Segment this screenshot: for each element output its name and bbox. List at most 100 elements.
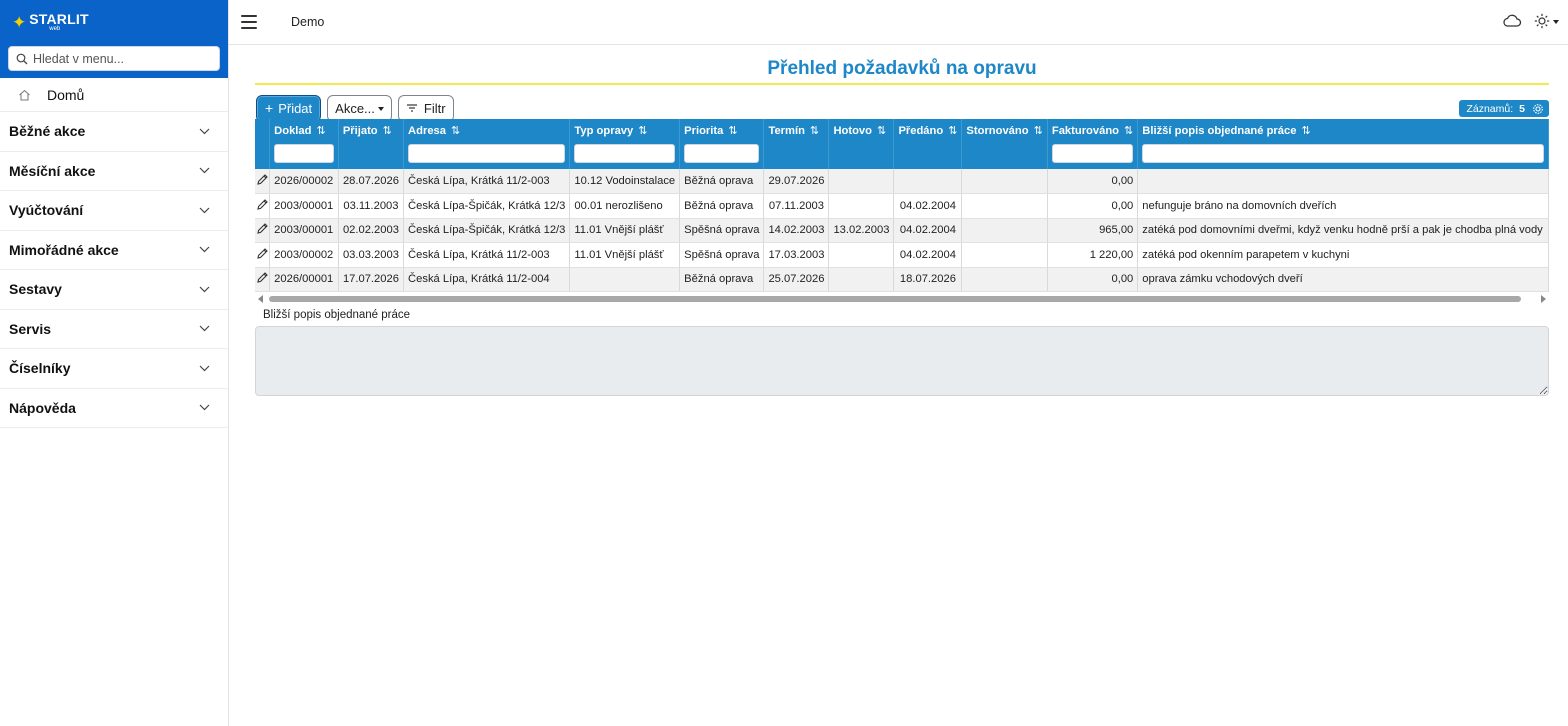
column-header[interactable]: Termín ⇅ [763, 119, 830, 142]
sidebar-item-sestavy[interactable]: Sestavy [0, 270, 228, 310]
menu-search-input[interactable] [33, 51, 213, 66]
column-filter-input[interactable] [1142, 143, 1544, 163]
table-cell [961, 218, 1048, 243]
sidebar-item-label: Běžné akce [9, 123, 86, 140]
sort-icon[interactable]: ⇅ [948, 125, 957, 137]
cloud-icon[interactable] [1502, 13, 1522, 29]
column-header[interactable]: Priorita ⇅ [679, 119, 765, 142]
sidebar-item-napoveda[interactable]: Nápověda [0, 389, 228, 428]
actions-dropdown[interactable]: Akce... [327, 94, 392, 122]
filter-cell [255, 142, 271, 169]
sidebar-item-mimoradne-akce[interactable]: Mimořádné akce [0, 231, 228, 270]
add-button[interactable]: + Přidat [256, 94, 322, 122]
chevron-down-icon [199, 325, 210, 332]
filter-cell [893, 142, 963, 169]
sort-icon[interactable]: ⇅ [728, 125, 737, 137]
top-bar: Demo [229, 0, 1568, 45]
sort-icon[interactable]: ⇅ [383, 125, 392, 137]
table-row[interactable]: 2003/00002 03.03.2003 Česká Lípa, Krátká 1… [255, 242, 1549, 268]
detail-label: Bližší popis objednané práce [263, 309, 411, 321]
column-header-label: Adresa [408, 125, 446, 137]
scroll-right-icon[interactable] [1541, 295, 1546, 303]
sort-icon[interactable]: ⇅ [1124, 125, 1133, 137]
column-header[interactable]: Bližší popis objednané práce ⇅ [1137, 119, 1549, 142]
column-filter-input[interactable] [274, 143, 334, 163]
sidebar-item-servis[interactable]: Servis [0, 310, 228, 349]
column-header[interactable]: Fakturováno ⇅ [1047, 119, 1139, 142]
menu-icon[interactable] [241, 15, 257, 29]
theme-toggle[interactable] [1534, 13, 1559, 29]
pencil-icon[interactable] [256, 271, 269, 284]
column-header[interactable]: Doklad ⇅ [269, 119, 339, 142]
sidebar-item-bezne-akce[interactable]: Běžné akce [0, 112, 228, 152]
table-cell: 0,00 [1047, 169, 1139, 194]
column-header[interactable]: Stornováno ⇅ [961, 119, 1048, 142]
chevron-down-icon [199, 128, 210, 135]
table-cell: 2026/00001 [269, 267, 339, 292]
sort-icon[interactable]: ⇅ [1301, 125, 1310, 137]
column-filter-input[interactable] [408, 143, 566, 163]
edit-cell [255, 242, 271, 268]
pencil-icon[interactable] [256, 173, 269, 186]
pencil-icon[interactable] [256, 222, 269, 235]
column-header-label: Typ opravy [574, 125, 634, 137]
sidebar-item-label: Mimořádné akce [9, 241, 119, 258]
table-cell: 28.07.2026 [338, 169, 405, 194]
table-cell: 03.03.2003 [338, 242, 405, 268]
detail-textarea[interactable] [255, 326, 1549, 396]
sidebar-item-mesicni-akce[interactable]: Měsíční akce [0, 152, 228, 191]
chevron-down-icon [199, 207, 210, 214]
table-cell: Česká Lípa, Krátká 11/2-003 [403, 242, 571, 268]
edit-cell [255, 169, 271, 194]
column-filter-input[interactable] [574, 143, 676, 163]
table-cell: 2003/00002 [269, 242, 339, 268]
table-row[interactable]: 2003/00001 03.11.2003 Česká Lípa-Špičák, K… [255, 193, 1549, 219]
table-cell: 17.03.2003 [763, 242, 830, 268]
column-header[interactable]: Adresa ⇅ [403, 119, 571, 142]
column-header[interactable]: Předáno ⇅ [893, 119, 963, 142]
pencil-icon[interactable] [256, 198, 269, 211]
column-header[interactable]: Hotovo ⇅ [828, 119, 895, 142]
sidebar-item-label: Sestavy [9, 281, 62, 298]
sort-icon[interactable]: ⇅ [810, 125, 819, 137]
table-row[interactable]: 2026/00002 28.07.2026 Česká Lípa, Krátká 1… [255, 169, 1549, 194]
sort-icon[interactable]: ⇅ [877, 125, 886, 137]
pencil-icon[interactable] [256, 247, 269, 260]
table-cell: 0,00 [1047, 267, 1139, 292]
filter-button[interactable]: Filtr [397, 94, 454, 122]
filter-cell [828, 142, 895, 169]
gear-icon[interactable] [1532, 103, 1544, 115]
sort-icon[interactable]: ⇅ [451, 125, 460, 137]
sort-icon[interactable]: ⇅ [1034, 125, 1043, 137]
sort-icon[interactable]: ⇅ [316, 125, 325, 137]
records-badge[interactable]: Záznamů: 5 [1459, 100, 1549, 117]
table-cell [828, 169, 895, 194]
filter-cell [1047, 142, 1139, 169]
scrollbar-thumb[interactable] [269, 296, 1521, 302]
app-root: ✦ STARLIT web Domů Běžné akce Měsíční akc… [0, 0, 1568, 726]
add-button-label: Přidat [278, 100, 313, 116]
edit-cell [255, 193, 271, 219]
column-header-label: Bližší popis objednané práce [1142, 125, 1297, 137]
table-row[interactable]: 2026/00001 17.07.2026 Česká Lípa, Krátká 1… [255, 267, 1549, 292]
chevron-down-icon [377, 106, 384, 111]
horizontal-scrollbar[interactable] [255, 293, 1549, 305]
brand-logo[interactable]: ✦ STARLIT web [0, 0, 228, 45]
table-cell: Běžná oprava [679, 267, 765, 292]
sidebar-item-home[interactable]: Domů [0, 78, 228, 112]
sidebar-item-ciselniky[interactable]: Číselníky [0, 349, 228, 389]
table-cell: 04.02.2004 [893, 193, 963, 219]
table-row[interactable]: 2003/00001 02.02.2003 Česká Lípa-Špičák, K… [255, 218, 1549, 243]
sort-icon[interactable]: ⇅ [638, 125, 647, 137]
column-header[interactable]: Přijato ⇅ [338, 119, 405, 142]
chevron-down-icon [199, 404, 210, 411]
column-filter-input[interactable] [1051, 143, 1134, 163]
sun-icon [1534, 13, 1550, 29]
sidebar-item-vyuctovani[interactable]: Vyúčtování [0, 191, 228, 231]
column-filter-input[interactable] [684, 143, 760, 163]
column-header[interactable]: Typ opravy ⇅ [569, 119, 681, 142]
scroll-left-icon[interactable] [258, 295, 263, 303]
table-cell: Česká Lípa-Špičák, Krátká 12/3 [403, 193, 571, 219]
plus-icon: + [265, 100, 274, 116]
filter-cell [269, 142, 339, 169]
